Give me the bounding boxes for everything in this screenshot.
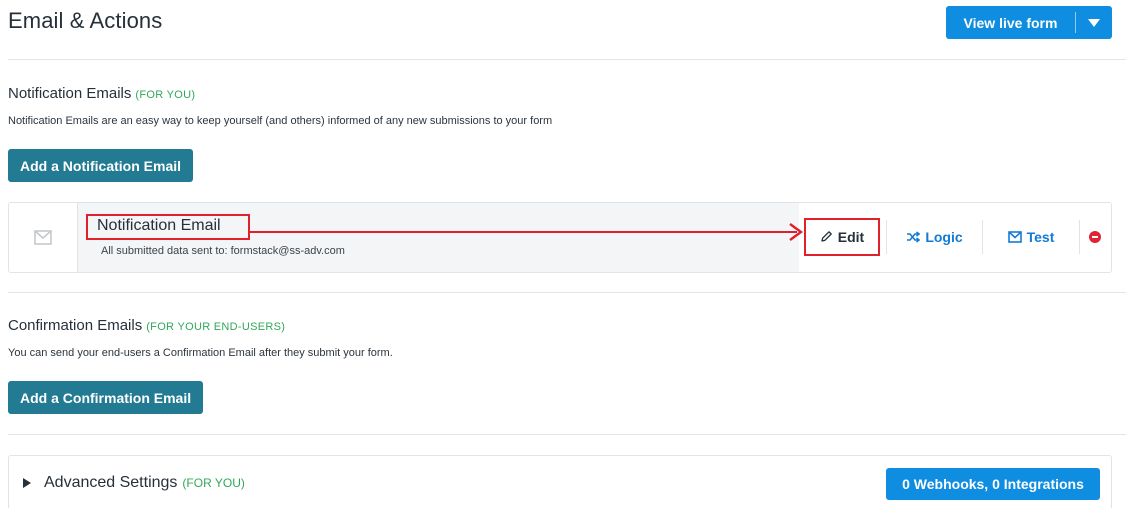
- advanced-settings-title: Advanced Settings: [44, 474, 178, 491]
- divider: [8, 292, 1126, 293]
- confirmation-tag: (FOR YOUR END-USERS): [146, 321, 286, 333]
- email-recipient: All submitted data sent to: formstack@ss…: [101, 245, 345, 257]
- view-live-form-label[interactable]: View live form: [946, 12, 1076, 33]
- annotation-arrow-line: [250, 231, 797, 233]
- email-icon-cell: [9, 203, 77, 272]
- caret-down-icon[interactable]: [1088, 18, 1100, 27]
- notification-tag: (FOR YOU): [135, 89, 196, 101]
- envelope-icon: [34, 230, 52, 245]
- divider: [8, 59, 1126, 60]
- confirmation-title: Confirmation Emails: [8, 317, 143, 334]
- logic-button[interactable]: Logic: [887, 218, 982, 256]
- divider: [8, 434, 1126, 435]
- add-confirmation-email-button[interactable]: Add a Confirmation Email: [8, 381, 204, 414]
- advanced-settings-toggle[interactable]: Advanced Settings (FOR YOU): [23, 474, 245, 492]
- notification-section-title: Notification Emails (FOR YOU): [8, 85, 195, 102]
- view-live-form-button[interactable]: View live form: [946, 6, 1112, 39]
- annotation-highlight-box: [86, 214, 250, 240]
- webhooks-integrations-button[interactable]: 0 Webhooks, 0 Integrations: [886, 468, 1100, 500]
- edit-label[interactable]: Edit: [838, 229, 864, 245]
- confirmation-description: You can send your end-users a Confirmati…: [8, 347, 393, 359]
- edit-button[interactable]: Edit: [804, 217, 880, 256]
- triangle-right-icon[interactable]: [23, 478, 31, 488]
- advanced-settings-tag: (FOR YOU): [182, 476, 245, 490]
- logic-label[interactable]: Logic: [925, 229, 962, 245]
- envelope-icon[interactable]: [1007, 230, 1022, 243]
- minus-circle-icon[interactable]: [1088, 230, 1101, 243]
- email-actions: Edit Logic Test: [798, 202, 1114, 271]
- confirmation-section-title: Confirmation Emails (FOR YOUR END-USERS): [8, 317, 285, 334]
- pencil-icon[interactable]: [820, 230, 833, 243]
- advanced-settings-panel[interactable]: Advanced Settings (FOR YOU) 0 Webhooks, 0…: [8, 455, 1112, 508]
- page-title: Email & Actions: [8, 8, 163, 33]
- notification-description: Notification Emails are an easy way to k…: [8, 115, 553, 127]
- remove-button[interactable]: [1080, 218, 1114, 256]
- email-actions-page: Email & Actions View live form Notificat…: [0, 0, 1127, 508]
- test-button[interactable]: Test: [983, 218, 1079, 256]
- shuffle-icon[interactable]: [906, 230, 921, 243]
- dropdown-toggle[interactable]: [1076, 6, 1112, 39]
- notification-title: Notification Emails: [8, 85, 132, 102]
- add-notification-email-button[interactable]: Add a Notification Email: [8, 149, 194, 182]
- test-label[interactable]: Test: [1027, 229, 1055, 245]
